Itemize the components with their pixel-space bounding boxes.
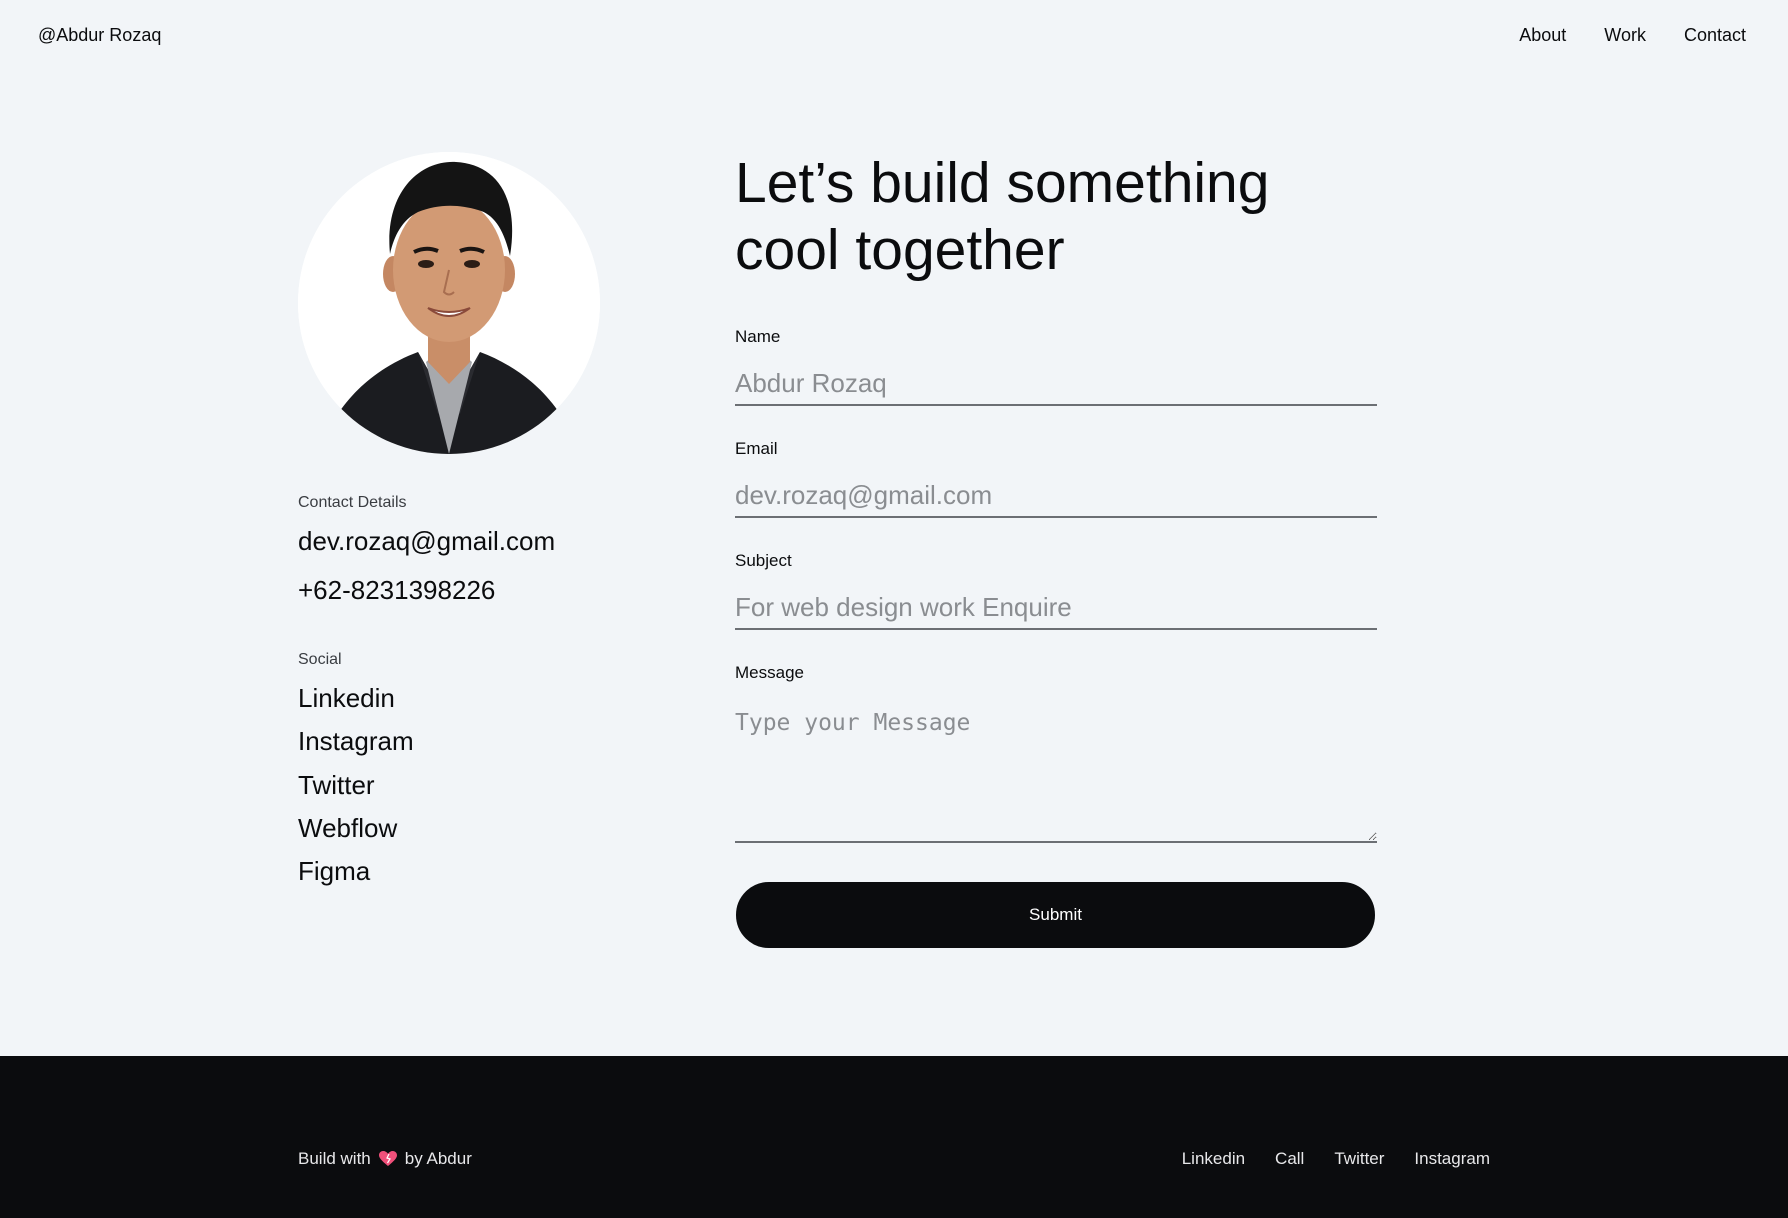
social-label: Social [298,651,342,668]
top-nav: @Abdur Rozaq About Work Contact [0,0,1788,72]
footer-link-linkedin[interactable]: Linkedin [1182,1149,1245,1169]
contact-email-link[interactable]: dev.rozaq@gmail.com [298,526,555,557]
footer-credit: Build with by Abdur [298,1149,472,1169]
heart-icon [378,1151,397,1167]
profile-photo [298,152,600,454]
social-item: Linkedin [298,683,414,726]
footer-link-twitter[interactable]: Twitter [1334,1149,1384,1169]
subject-label: Subject [735,551,792,570]
footer-credit-prefix: Build with [298,1149,371,1168]
nav-work[interactable]: Work [1604,25,1646,46]
social-link-webflow[interactable]: Webflow [298,813,397,843]
nav-about[interactable]: About [1519,25,1566,46]
social-item: Webflow [298,813,414,856]
footer-link-call[interactable]: Call [1275,1149,1304,1169]
message-label: Message [735,663,804,682]
contact-details-label: Contact Details [298,494,407,511]
profile-photo-illustration [298,152,600,454]
social-item: Twitter [298,770,414,813]
footer: Build with by Abdur Linkedin Call Twitte… [0,1056,1788,1218]
subject-field[interactable] [735,586,1377,630]
footer-link-instagram[interactable]: Instagram [1414,1149,1490,1169]
message-field[interactable] [735,700,1377,843]
social-link-twitter[interactable]: Twitter [298,770,375,800]
nav-links: About Work Contact [1519,25,1746,46]
brand-link[interactable]: @Abdur Rozaq [38,25,161,46]
footer-links: Linkedin Call Twitter Instagram [1182,1149,1490,1169]
submit-button[interactable]: Submit [736,882,1375,948]
contact-phone-link[interactable]: +62-8231398226 [298,575,495,606]
social-item: Figma [298,856,414,899]
social-link-figma[interactable]: Figma [298,856,370,886]
name-label: Name [735,327,781,346]
nav-contact[interactable]: Contact [1684,25,1746,46]
social-item: Instagram [298,726,414,769]
footer-credit-suffix: by Abdur [404,1149,472,1168]
social-link-instagram[interactable]: Instagram [298,726,414,756]
page-title: Let’s build something cool together [735,151,1270,282]
email-label: Email [735,439,778,458]
name-field[interactable] [735,362,1377,406]
social-link-linkedin[interactable]: Linkedin [298,683,395,713]
social-list: Linkedin Instagram Twitter Webflow Figma [298,683,414,899]
email-field[interactable] [735,474,1377,518]
